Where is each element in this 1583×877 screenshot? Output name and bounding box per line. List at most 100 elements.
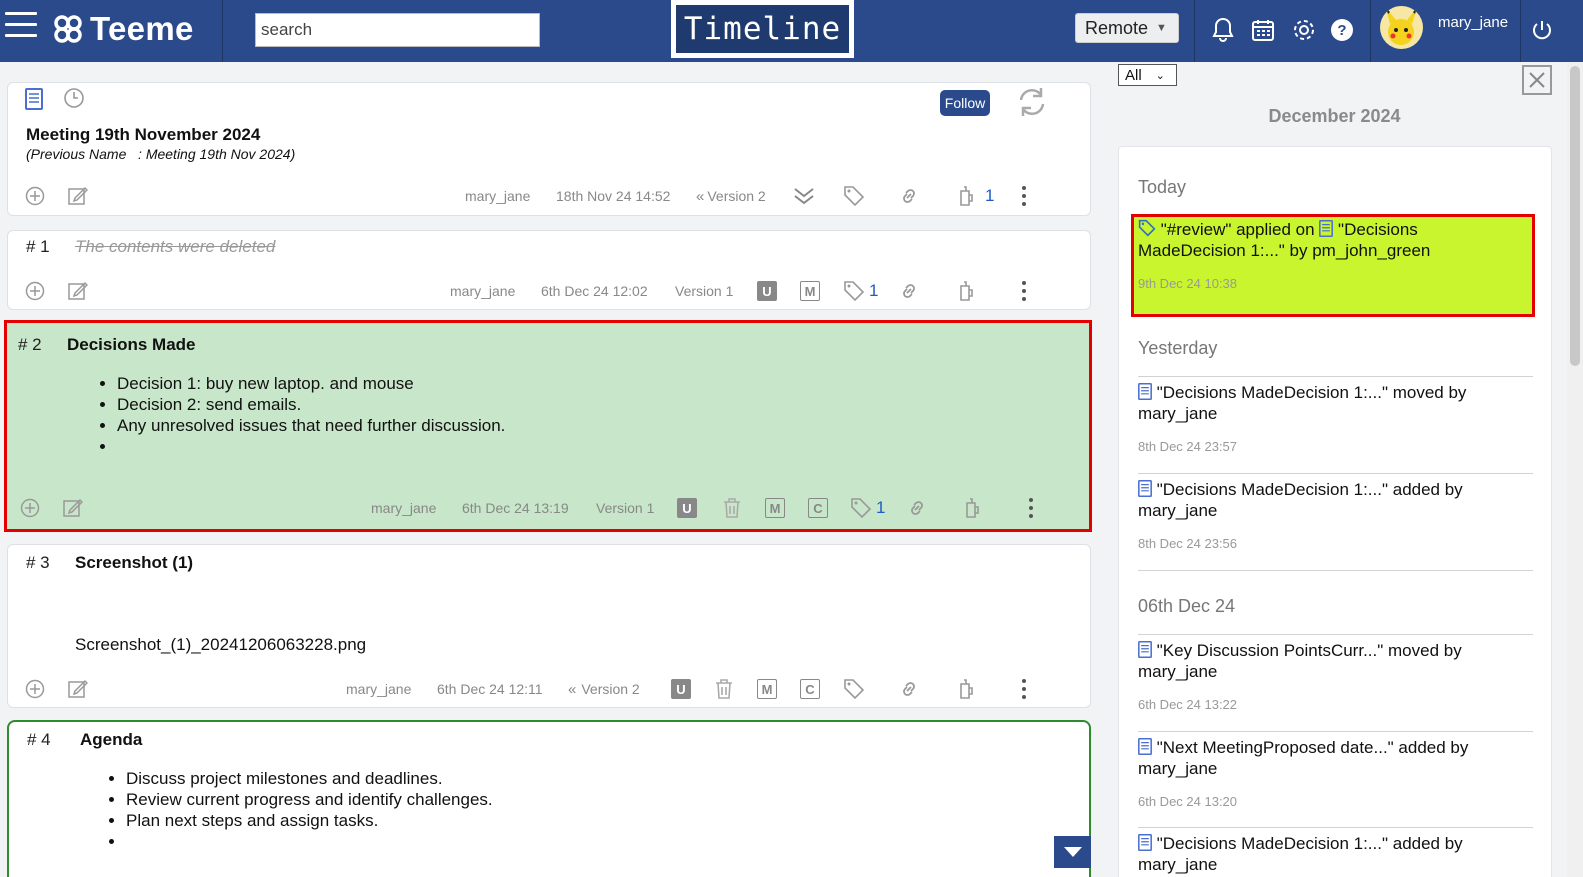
list-item: Discuss project milestones and deadlines… <box>126 768 493 789</box>
timeline-item[interactable]: "Decisions MadeDecision 1:..." moved by … <box>1138 382 1533 457</box>
add-circle-icon[interactable] <box>25 276 45 306</box>
group-label: Yesterday <box>1138 338 1218 358</box>
timeline-item-highlighted[interactable]: "#review" applied on "Decisions MadeDeci… <box>1131 214 1535 317</box>
calendar-icon[interactable] <box>1249 15 1277 45</box>
version-link[interactable]: «Version 2 <box>568 674 640 704</box>
scroll-down-button[interactable] <box>1054 836 1091 868</box>
divider <box>1138 634 1533 635</box>
search-input[interactable] <box>255 13 540 47</box>
svg-text:?: ? <box>1337 22 1346 39</box>
version-link[interactable]: «Version 2 <box>696 181 766 211</box>
u-badge[interactable]: U <box>671 679 691 699</box>
tag-icon[interactable] <box>843 276 865 306</box>
timestamp: 6th Dec 24 12:11 <box>437 681 543 697</box>
mode-select[interactable]: Remote ▼ <box>1075 13 1179 43</box>
link-icon[interactable] <box>898 276 920 306</box>
username: mary_jane <box>1438 14 1509 31</box>
document-icon <box>1138 383 1152 400</box>
edit-icon[interactable] <box>68 674 88 704</box>
u-badge[interactable]: U <box>757 281 777 301</box>
timeline-item[interactable]: "Next MeetingProposed date..." added by … <box>1138 737 1533 812</box>
m-badge[interactable]: M <box>800 281 820 301</box>
page-title: Timeline <box>671 0 854 58</box>
timeline-panel: All ⌄ December 2024 Today "#review" appl… <box>1106 62 1583 877</box>
edit-icon[interactable] <box>68 276 88 306</box>
m-badge[interactable]: M <box>765 498 785 518</box>
document-icon <box>1138 641 1152 658</box>
entry-title: Screenshot (1) <box>75 553 194 572</box>
top-bar: Teeme Timeline Remote ▼ ? mary_jane <box>0 0 1583 62</box>
c-badge[interactable]: C <box>800 679 820 699</box>
divider <box>1138 376 1533 377</box>
gear-icon[interactable] <box>1290 15 1318 45</box>
edit-icon[interactable] <box>68 181 88 211</box>
follow-button[interactable]: Follow <box>940 90 990 116</box>
item-text: "Next MeetingProposed date..." added by … <box>1138 738 1469 778</box>
trash-icon[interactable] <box>723 493 741 523</box>
document-icon[interactable] <box>25 88 43 110</box>
link-icon[interactable] <box>898 181 920 211</box>
attachment-filename[interactable]: Screenshot_(1)_20241206063228.png <box>75 635 366 655</box>
entry-bullet-list: Discuss project milestones and deadlines… <box>106 768 493 852</box>
m-badge[interactable]: M <box>757 679 777 699</box>
user-menu[interactable]: mary_jane <box>1380 6 1508 49</box>
more-options-icon[interactable] <box>1018 276 1030 306</box>
document-icon <box>1319 220 1334 237</box>
close-panel-button[interactable] <box>1522 65 1552 95</box>
help-icon[interactable]: ? <box>1328 15 1356 45</box>
link-icon[interactable] <box>906 493 928 523</box>
hamburger-menu-icon[interactable] <box>5 12 37 40</box>
timeline-filter-select[interactable]: All ⌄ <box>1118 64 1177 86</box>
bell-icon[interactable] <box>1209 15 1237 45</box>
u-badge[interactable]: U <box>677 498 697 518</box>
contributor-count[interactable]: 1 <box>985 181 994 211</box>
contributor-icon[interactable] <box>956 276 976 306</box>
panel-scrollbar[interactable] <box>1567 62 1583 877</box>
add-circle-icon[interactable] <box>25 674 45 704</box>
timeline-item[interactable]: "Key Discussion PointsCurr..." moved by … <box>1138 640 1533 715</box>
document-title: Meeting 19th November 2024 <box>26 125 261 144</box>
c-badge[interactable]: C <box>808 498 828 518</box>
tag-icon[interactable] <box>850 493 872 523</box>
contributor-icon[interactable] <box>962 493 982 523</box>
add-circle-icon[interactable] <box>25 181 45 211</box>
refresh-icon[interactable] <box>1016 87 1048 117</box>
entry-card-2[interactable]: # 2 Decisions Made Decision 1: buy new l… <box>4 320 1092 532</box>
edit-icon[interactable] <box>63 493 83 523</box>
caret-down-icon: ▼ <box>1156 22 1167 34</box>
mode-select-value: Remote <box>1085 17 1149 38</box>
entry-number: # 1 <box>26 237 50 256</box>
item-timestamp: 6th Dec 24 13:22 <box>1138 697 1238 712</box>
chevron-down-icon: ⌄ <box>1155 69 1165 82</box>
contributor-icon[interactable] <box>956 181 976 211</box>
teeme-logo-icon <box>54 15 82 43</box>
brand-logo[interactable]: Teeme <box>52 9 194 49</box>
link-icon[interactable] <box>898 674 920 704</box>
tag-count[interactable]: 1 <box>869 276 878 306</box>
contributor-icon[interactable] <box>956 674 976 704</box>
more-options-icon[interactable] <box>1018 674 1030 704</box>
tag-icon[interactable] <box>843 181 865 211</box>
tag-count[interactable]: 1 <box>876 493 885 523</box>
more-options-icon[interactable] <box>1018 181 1030 211</box>
entry-title: Agenda <box>80 730 143 749</box>
clock-icon[interactable] <box>63 87 85 109</box>
version-label: Version 1 <box>596 500 655 516</box>
avatar <box>1380 6 1423 49</box>
list-item: Review current progress and identify cha… <box>126 789 493 810</box>
group-label: 06th Dec 24 <box>1138 596 1236 616</box>
double-chevron-left-icon: « <box>568 680 577 698</box>
double-chevron-down-icon[interactable] <box>793 181 815 211</box>
trash-icon[interactable] <box>715 674 733 704</box>
timeline-item[interactable]: "Decisions MadeDecision 1:..." added by … <box>1138 833 1533 875</box>
scrollbar-thumb[interactable] <box>1570 66 1580 366</box>
more-options-icon[interactable] <box>1025 493 1037 523</box>
tag-icon[interactable] <box>843 674 865 704</box>
power-icon[interactable] <box>1528 15 1556 45</box>
timeline-item[interactable]: "Decisions MadeDecision 1:..." added by … <box>1138 479 1533 554</box>
item-timestamp: 8th Dec 24 23:56 <box>1138 536 1238 551</box>
add-circle-icon[interactable] <box>20 493 40 523</box>
item-timestamp: 9th Dec 24 10:38 <box>1138 276 1238 291</box>
version-label: Version 2 <box>707 188 766 204</box>
timestamp: 6th Dec 24 12:02 <box>541 283 648 299</box>
